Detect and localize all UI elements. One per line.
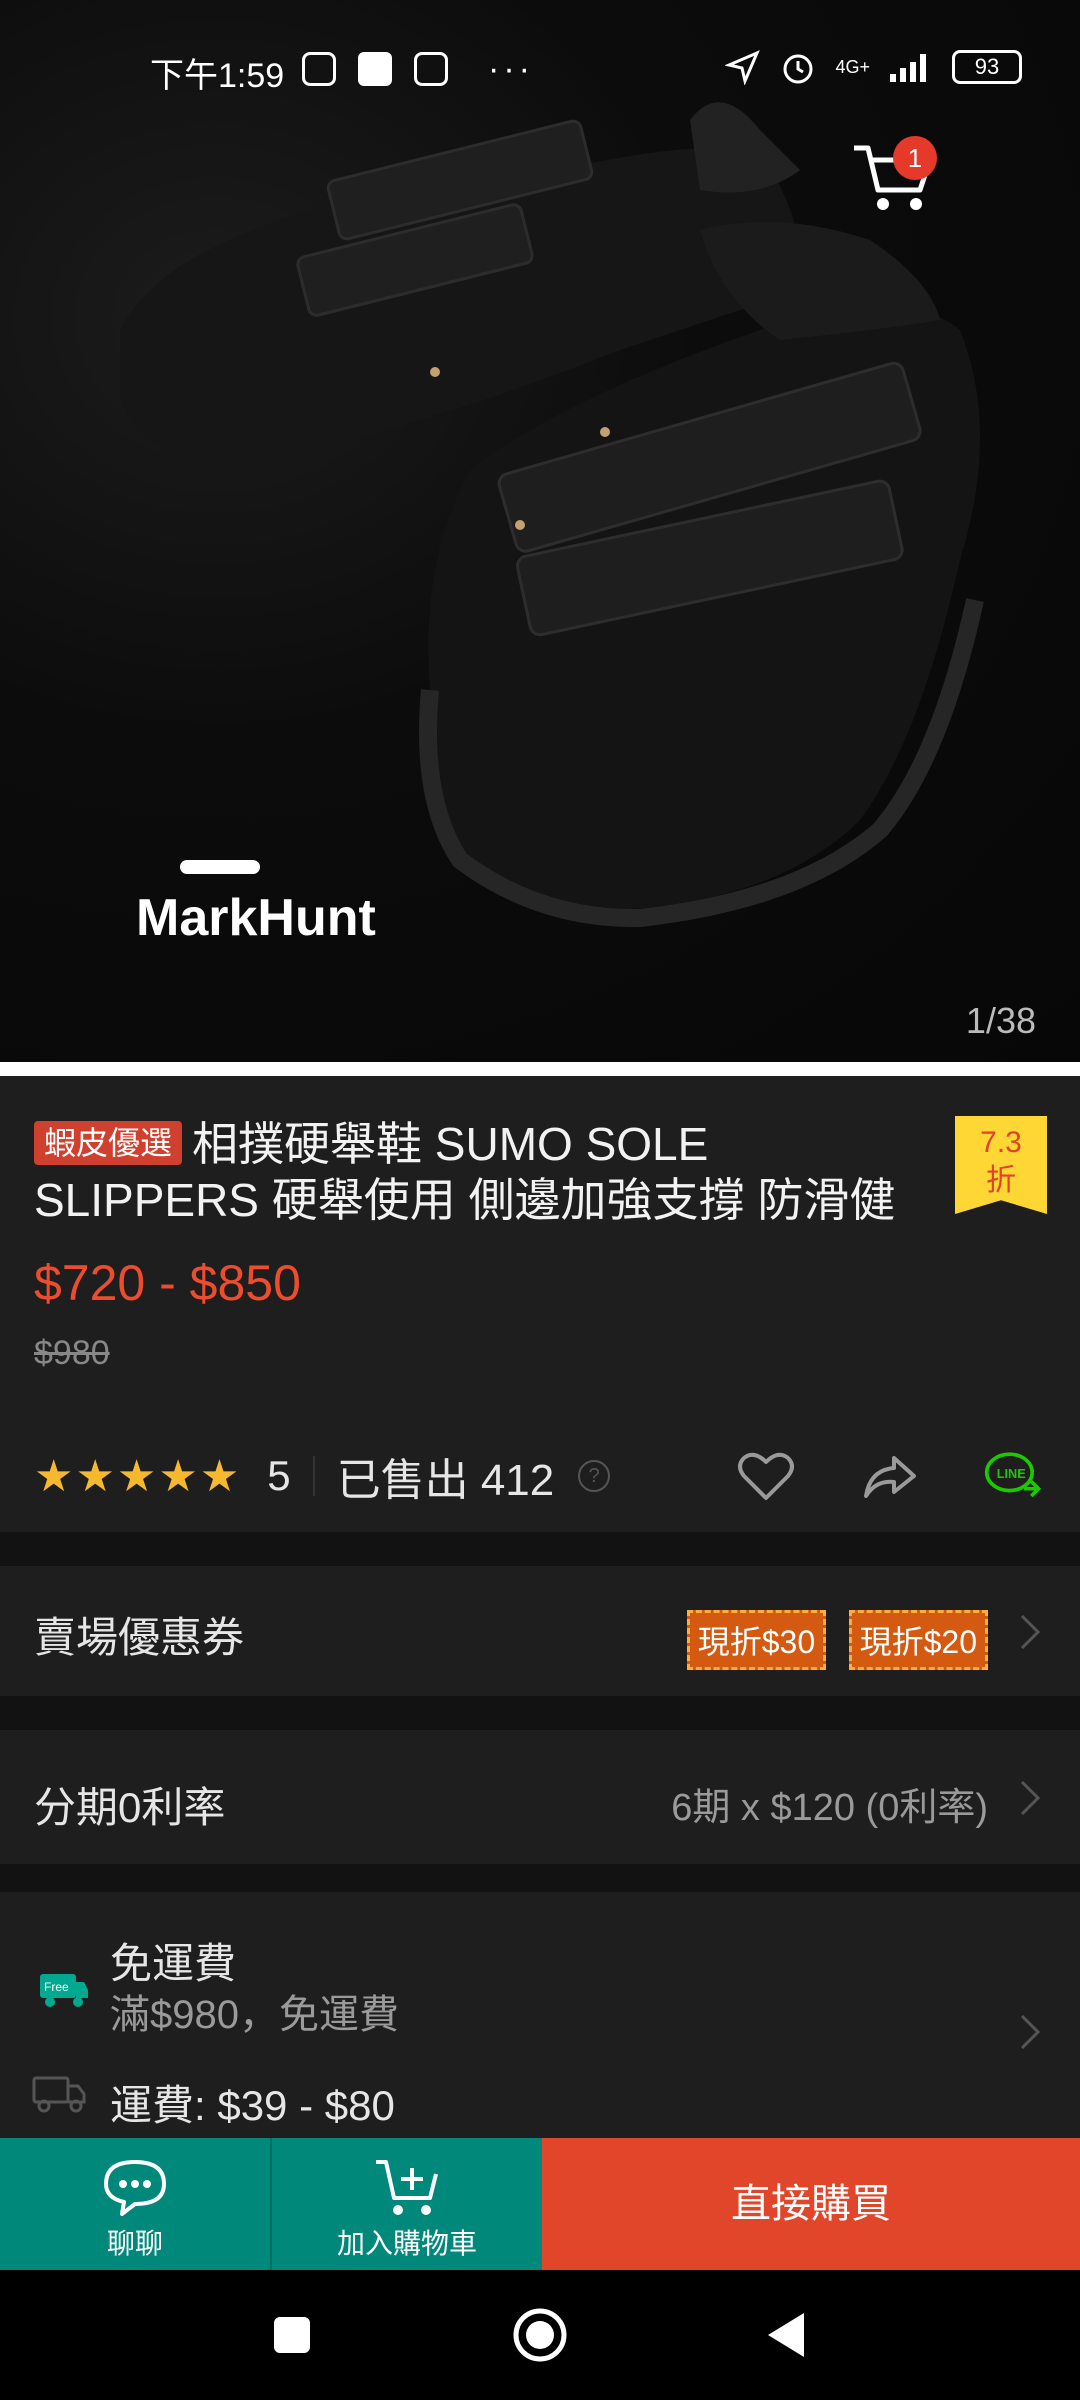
network-type: 4G+ (835, 57, 870, 77)
divider (312, 1456, 315, 1496)
discount-value: 7.3 (980, 1126, 1022, 1159)
share-icon[interactable] (860, 1446, 920, 1506)
cart-count-badge: 1 (893, 136, 937, 180)
line-share-icon[interactable]: LINE (984, 1446, 1044, 1506)
coupon-tag[interactable]: 現折$20 (848, 1610, 988, 1670)
discount-badge: 7.3 折 (955, 1116, 1047, 1214)
chevron-right-icon (1020, 1614, 1041, 1650)
svg-text:LINE: LINE (997, 1466, 1026, 1481)
recents-button-icon[interactable] (262, 2305, 322, 2365)
installment-label: 分期0利率 (34, 1784, 226, 1831)
heart-icon[interactable] (736, 1446, 796, 1506)
installment-value: 6期 x $120 (0利率) (671, 1787, 988, 1829)
location-icon (725, 50, 761, 85)
chevron-right-icon (1020, 2014, 1041, 2050)
back-button-icon[interactable] (758, 2305, 818, 2365)
product-info: 蝦皮優選 相撲硬舉鞋 SUMO SOLE SLIPPERS 硬舉使用 側邊加強支撐… (0, 1062, 1080, 1532)
coupon-label: 賣場優惠券 (34, 1614, 245, 1661)
original-price: $980 (34, 1334, 110, 1372)
shipping-section[interactable]: Free 免運費 滿$980，免運費 運費: $39 - $80 (0, 1892, 1080, 2138)
chat-icon (104, 2160, 166, 2216)
add-to-cart-label: 加入購物車 (336, 2228, 477, 2259)
rating-value: 5 (267, 1452, 291, 1499)
mall-tag: 蝦皮優選 (34, 1121, 183, 1165)
more-notifications-icon: ··· (488, 50, 534, 88)
rating-stars[interactable]: ★★★★★ (34, 1451, 241, 1502)
coupon-tag[interactable]: 現折$30 (686, 1610, 827, 1670)
battery-indicator: 93 (952, 50, 1022, 84)
chevron-right-icon (1020, 1780, 1041, 1816)
instagram-icon (302, 52, 336, 86)
section-gap (0, 1864, 1080, 1892)
discount-unit: 折 (986, 1164, 1016, 1197)
section-gap (0, 1696, 1080, 1730)
price-range: $720 - $850 (34, 1255, 301, 1311)
add-to-cart-button[interactable]: 加入購物車 (270, 2138, 542, 2270)
home-button-icon[interactable] (510, 2305, 570, 2365)
chat-label: 聊聊 (106, 2228, 163, 2259)
rating-row: ★★★★★ 5 已售出 412 ? LINE (34, 1446, 1044, 1506)
bottom-action-bar: 聊聊 加入購物車 直接購買 (0, 2138, 1080, 2270)
product-title: 蝦皮優選 相撲硬舉鞋 SUMO SOLE SLIPPERS 硬舉使用 側邊加強支撐… (34, 1116, 944, 1236)
sold-count: 已售出 412 (336, 1456, 555, 1505)
truck-icon (32, 2076, 86, 2113)
product-image-gallery[interactable]: MarkHunt 下午1:59 ··· 4G+ 93 1 1/38 (0, 0, 1080, 1062)
free-badge-text: Free (44, 1980, 69, 1994)
alarm-icon (783, 54, 813, 84)
free-shipping-icon: Free (40, 1974, 88, 2007)
notes-app-icon (414, 52, 448, 86)
chat-button[interactable]: 聊聊 (0, 2138, 270, 2270)
coupon-list: 現折$30 現折$20 (669, 1610, 988, 1670)
installment-section[interactable]: 分期0利率 6期 x $120 (0利率) (0, 1730, 1080, 1864)
status-bar: 下午1:59 ··· 4G+ 93 (0, 0, 1080, 140)
shipping-fee: 運費: $39 - $80 (110, 2082, 395, 2129)
add-cart-icon (376, 2160, 438, 2215)
section-gap (0, 1532, 1080, 1566)
status-time: 下午1:59 (150, 57, 285, 95)
signal-icon (890, 54, 926, 82)
buy-now-button[interactable]: 直接購買 (542, 2138, 1080, 2270)
system-nav-bar (0, 2270, 1080, 2400)
free-shipping-condition: 滿$980，免運費 (110, 1993, 399, 2037)
help-icon[interactable]: ? (578, 1460, 611, 1492)
brand-watermark-logo: MarkHunt (136, 860, 376, 947)
coupon-section[interactable]: 賣場優惠券 現折$30 現折$20 (0, 1566, 1080, 1696)
sigma-app-icon (358, 52, 392, 86)
image-counter: 1/38 (965, 1000, 1036, 1041)
svg-text:MarkHunt: MarkHunt (136, 889, 376, 947)
